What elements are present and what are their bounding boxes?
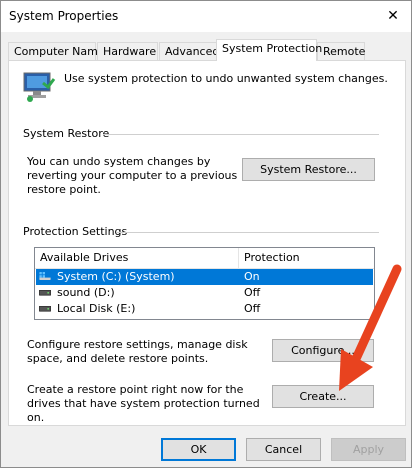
drive-icon bbox=[39, 306, 51, 312]
drive-name: sound (D:) bbox=[57, 286, 115, 299]
protection-settings-group-label: Protection Settings bbox=[23, 225, 128, 238]
drive-icon bbox=[39, 290, 51, 296]
ok-button[interactable]: OK bbox=[161, 438, 236, 461]
cancel-button[interactable]: Cancel bbox=[246, 438, 321, 461]
system-protection-panel: Use system protection to undo unwanted s… bbox=[8, 60, 406, 426]
group-divider bbox=[117, 232, 379, 233]
drives-list[interactable]: Available Drives Protection System (C:) … bbox=[34, 247, 375, 320]
tab-hardware[interactable]: Hardware bbox=[97, 42, 158, 60]
column-separator bbox=[238, 248, 239, 268]
annotation-arrow bbox=[339, 264, 402, 391]
tab-system-protection[interactable]: System Protection bbox=[216, 39, 322, 61]
tab-computer-name[interactable]: Computer Name bbox=[8, 42, 105, 60]
group-divider bbox=[103, 134, 379, 135]
intro-text: Use system protection to undo unwanted s… bbox=[64, 72, 388, 85]
create-description: Create a restore point right now for the… bbox=[27, 383, 260, 424]
system-restore-description: You can undo system changes by reverting… bbox=[27, 155, 238, 196]
system-drive-icon bbox=[39, 272, 51, 280]
drive-name: Local Disk (E:) bbox=[57, 302, 136, 315]
close-icon[interactable]: ✕ bbox=[383, 6, 403, 26]
column-header-protection[interactable]: Protection bbox=[244, 251, 300, 265]
table-row[interactable]: System (C:) (System) On bbox=[36, 269, 373, 285]
drive-status: Off bbox=[244, 302, 261, 315]
apply-button[interactable]: Apply bbox=[331, 438, 406, 461]
table-row[interactable]: sound (D:) Off bbox=[36, 285, 373, 301]
tab-remote[interactable]: Remote bbox=[317, 42, 365, 60]
drive-status: On bbox=[244, 270, 260, 283]
drive-name: System (C:) (System) bbox=[57, 270, 175, 283]
configure-description: Configure restore settings, manage disk … bbox=[27, 338, 248, 365]
title-bar: System Properties ✕ bbox=[1, 1, 411, 32]
list-header: Available Drives Protection bbox=[35, 248, 374, 269]
tab-advanced[interactable]: Advanced bbox=[159, 42, 219, 60]
system-restore-group-label: System Restore bbox=[23, 127, 110, 140]
table-row[interactable]: Local Disk (E:) Off bbox=[36, 301, 373, 317]
system-properties-window: System Properties ✕ Computer Name Hardwa… bbox=[0, 0, 412, 468]
column-header-drives[interactable]: Available Drives bbox=[40, 251, 128, 265]
drive-status: Off bbox=[244, 286, 261, 299]
system-restore-button[interactable]: System Restore... bbox=[242, 158, 375, 181]
system-protection-icon bbox=[23, 72, 56, 102]
window-title: System Properties bbox=[9, 9, 119, 23]
